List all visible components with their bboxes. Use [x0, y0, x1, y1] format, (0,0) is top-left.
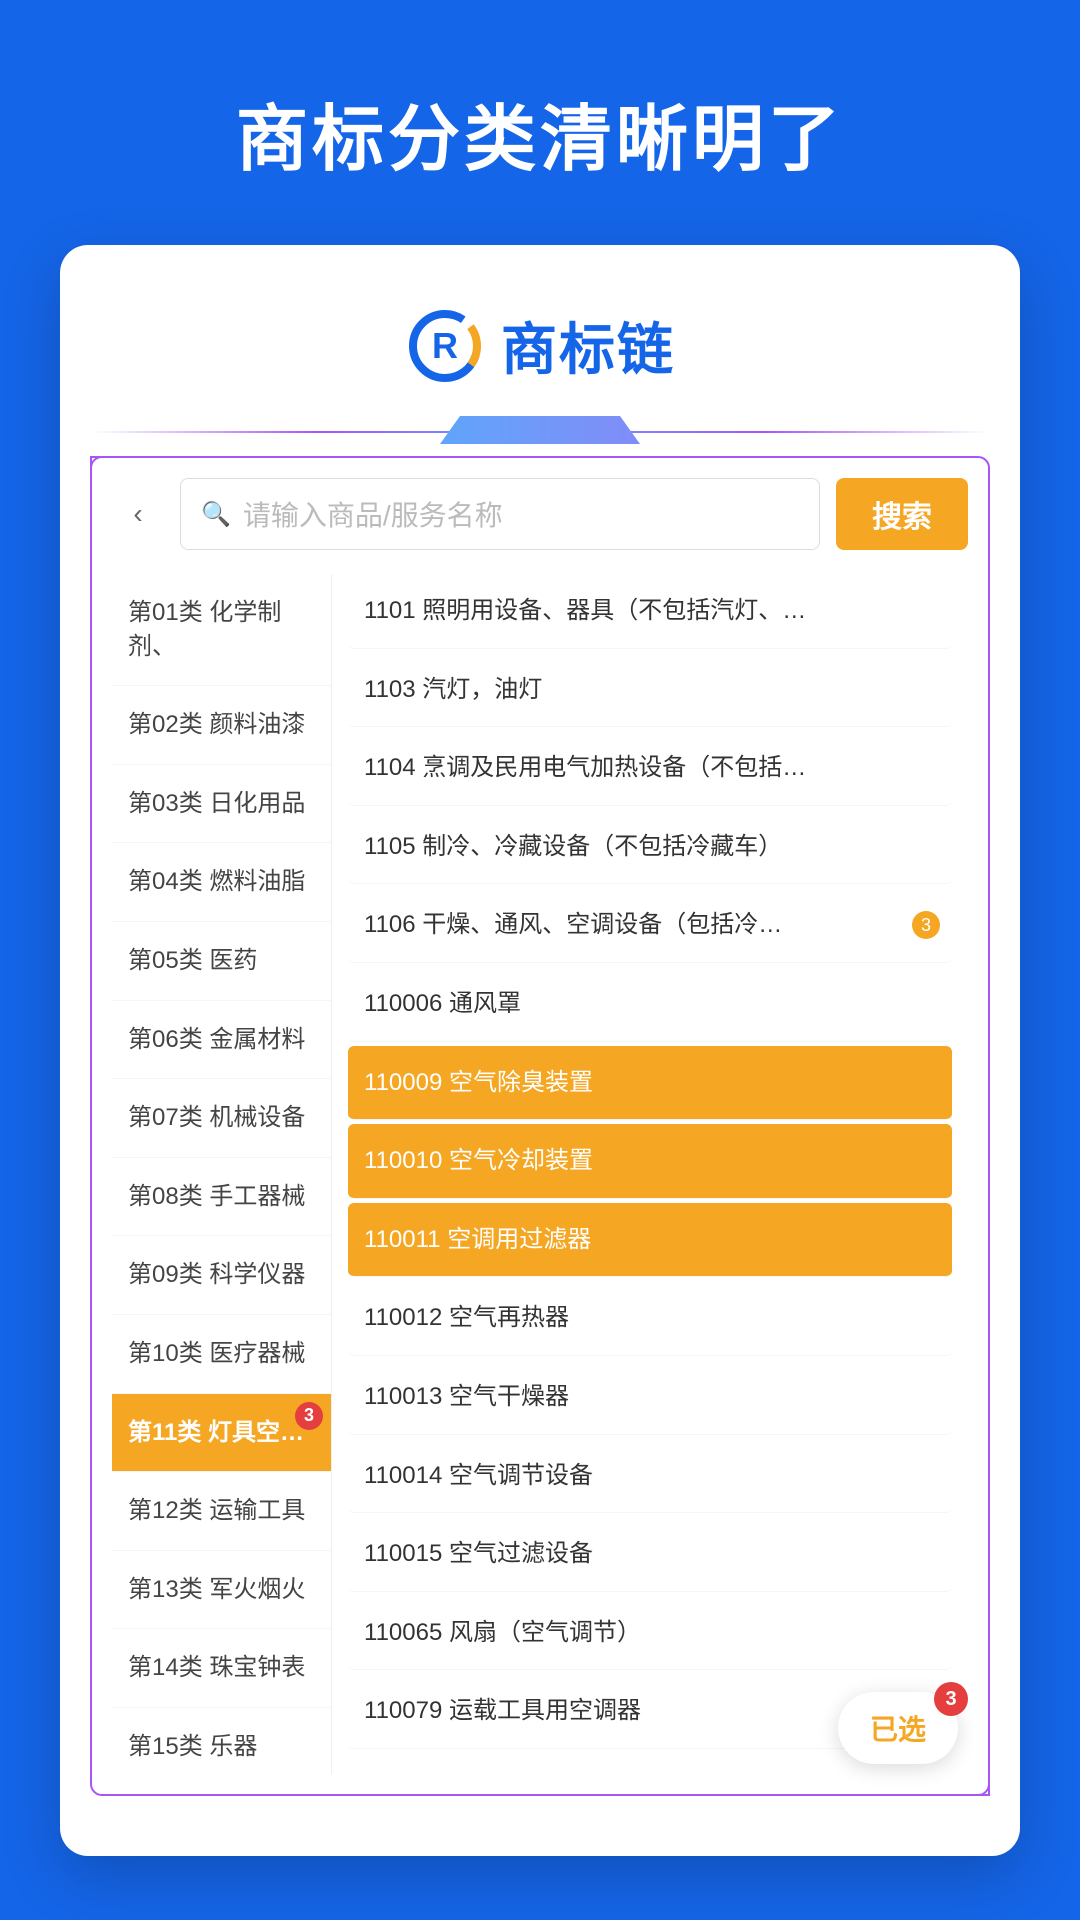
search-placeholder-text: 请输入商品/服务名称: [243, 494, 799, 534]
main-card: R 商标链 ‹ 🔍 请输入商品/服务名称 搜索 第01类 化学制剂、第02类 颜…: [60, 245, 1020, 1856]
tech-decoration-top: [90, 416, 990, 446]
content-frame: ‹ 🔍 请输入商品/服务名称 搜索 第01类 化学制剂、第02类 颜料油漆第03…: [90, 456, 990, 1796]
search-button[interactable]: 搜索: [836, 478, 968, 550]
category-item-13[interactable]: 第13类 军火烟火: [112, 1551, 331, 1630]
item-row-1105[interactable]: 1105 制冷、冷藏设备（不包括冷藏车）: [348, 810, 952, 885]
item-row-1103[interactable]: 1103 汽灯，油灯: [348, 653, 952, 728]
item-row-110013[interactable]: 110013 空气干燥器: [348, 1360, 952, 1435]
logo-text: 商标链: [501, 305, 675, 386]
search-icon: 🔍: [201, 500, 231, 529]
svg-text:R: R: [432, 325, 458, 366]
category-item-04[interactable]: 第04类 燃料油脂: [112, 843, 331, 922]
item-row-110009[interactable]: 110009 空气除臭装置: [348, 1046, 952, 1121]
category-item-03[interactable]: 第03类 日化用品: [112, 765, 331, 844]
category-item-10[interactable]: 第10类 医疗器械: [112, 1315, 331, 1394]
selected-fab[interactable]: 已选 3: [838, 1692, 958, 1764]
items-panel: 1101 照明用设备、器具（不包括汽灯、…1103 汽灯，油灯1104 烹调及民…: [332, 574, 968, 1774]
category-item-05[interactable]: 第05类 医药: [112, 922, 331, 1001]
item-badge-1106: 3: [912, 911, 940, 939]
category-item-14[interactable]: 第14类 珠宝钟表: [112, 1629, 331, 1708]
back-button[interactable]: ‹: [112, 488, 164, 540]
item-row-110014[interactable]: 110014 空气调节设备: [348, 1439, 952, 1514]
logo-area: R 商标链: [60, 285, 1020, 416]
category-badge-11: 3: [295, 1402, 323, 1430]
item-row-1101[interactable]: 1101 照明用设备、器具（不包括汽灯、…: [348, 574, 952, 649]
fab-label: 已选: [870, 1708, 926, 1748]
item-row-1104[interactable]: 1104 烹调及民用电气加热设备（不包括…: [348, 731, 952, 806]
search-row: ‹ 🔍 请输入商品/服务名称 搜索: [112, 478, 968, 550]
item-row-1106[interactable]: 1106 干燥、通风、空调设备（包括冷…3: [348, 888, 952, 963]
item-row-110010[interactable]: 110010 空气冷却装置: [348, 1124, 952, 1199]
category-item-06[interactable]: 第06类 金属材料: [112, 1001, 331, 1080]
category-item-07[interactable]: 第07类 机械设备: [112, 1079, 331, 1158]
fab-badge: 3: [934, 1682, 968, 1716]
item-row-110012[interactable]: 110012 空气再热器: [348, 1281, 952, 1356]
category-panel: 第01类 化学制剂、第02类 颜料油漆第03类 日化用品第04类 燃料油脂第05…: [112, 574, 332, 1774]
item-row-110011[interactable]: 110011 空调用过滤器: [348, 1203, 952, 1278]
page-title: 商标分类清晰明了: [0, 0, 1080, 245]
logo-icon: R: [405, 306, 485, 386]
item-row-110006[interactable]: 110006 通风罩: [348, 967, 952, 1042]
category-item-08[interactable]: 第08类 手工器械: [112, 1158, 331, 1237]
category-item-01[interactable]: 第01类 化学制剂、: [112, 574, 331, 686]
category-item-15[interactable]: 第15类 乐器: [112, 1708, 331, 1774]
search-input-wrapper[interactable]: 🔍 请输入商品/服务名称: [180, 478, 820, 550]
content-area: 第01类 化学制剂、第02类 颜料油漆第03类 日化用品第04类 燃料油脂第05…: [112, 574, 968, 1774]
item-row-110065[interactable]: 110065 风扇（空气调节）: [348, 1596, 952, 1671]
category-item-02[interactable]: 第02类 颜料油漆: [112, 686, 331, 765]
category-item-12[interactable]: 第12类 运输工具: [112, 1472, 331, 1551]
category-item-09[interactable]: 第09类 科学仪器: [112, 1236, 331, 1315]
category-item-11[interactable]: 第11类 灯具空…3: [112, 1394, 331, 1473]
item-row-110015[interactable]: 110015 空气过滤设备: [348, 1517, 952, 1592]
